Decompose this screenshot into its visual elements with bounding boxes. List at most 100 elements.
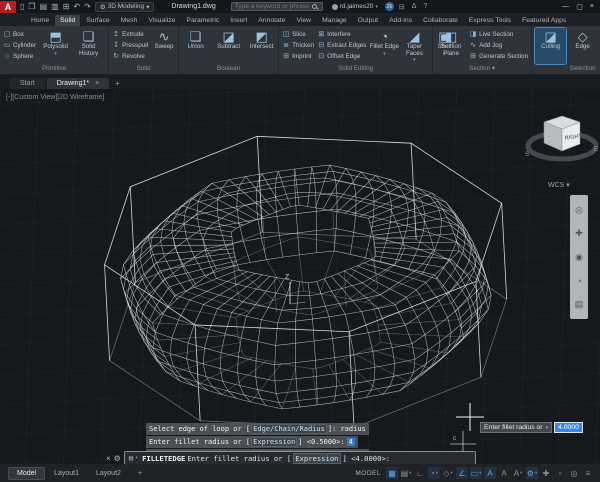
object-snap-icon[interactable]: ▭▾ — [470, 467, 482, 479]
tab-surface[interactable]: Surface — [81, 15, 114, 26]
customization-icon[interactable]: ≡ — [582, 467, 594, 479]
layout1-tab[interactable]: Layout1 — [46, 468, 87, 479]
viewcube[interactable]: S E RIGHT WCS ▾ — [522, 99, 600, 193]
close-tab-icon[interactable]: × — [95, 80, 99, 87]
drawing-canvas[interactable]: [-][Custom View][2D Wireframe] Z c S E — [0, 89, 600, 464]
edge-button[interactable]: ◇Edge — [567, 28, 598, 64]
panel-label-selection[interactable]: Selection — [532, 64, 600, 74]
redo-icon[interactable]: ↷ — [83, 1, 92, 13]
layout2-tab[interactable]: Layout2 — [88, 468, 129, 479]
panel-label-solid[interactable]: Solid — [109, 64, 178, 74]
isodraft-icon[interactable]: ◇▾ — [442, 467, 454, 479]
annotation-scale-icon[interactable]: A▾ — [512, 467, 524, 479]
model-tab[interactable]: Model — [8, 467, 45, 480]
pan-icon[interactable]: ✚ — [575, 228, 583, 238]
model-space-label[interactable]: MODEL — [355, 470, 381, 477]
plot-icon[interactable]: ⊞ — [62, 1, 71, 13]
union-button[interactable]: ❏Union — [179, 28, 212, 51]
generate-section-button[interactable]: ⊞Generate Section — [469, 51, 528, 61]
customize-wrench-icon[interactable]: ⚙ — [114, 454, 121, 463]
compass-east-label[interactable]: E — [594, 147, 598, 153]
tab-collaborate[interactable]: Collaborate — [418, 15, 463, 26]
maximize-button[interactable]: ▢ — [576, 3, 583, 11]
tab-insert[interactable]: Insert — [225, 15, 252, 26]
search-icon[interactable] — [312, 4, 317, 9]
presspull-button[interactable]: ↧Presspull — [112, 40, 148, 50]
sync-notification-badge[interactable]: 26 — [385, 2, 394, 11]
help-icon[interactable]: ? — [421, 3, 429, 10]
showmotion-icon[interactable]: ▤ — [575, 299, 584, 309]
panel-label-primitive[interactable]: Primitive — [0, 64, 108, 74]
tab-parametric[interactable]: Parametric — [181, 15, 224, 26]
steering-wheel-icon[interactable]: ◎ — [575, 205, 583, 215]
tab-featured-apps[interactable]: Featured Apps — [517, 15, 571, 26]
chevron-down-icon[interactable]: ▾ — [546, 425, 549, 431]
search-input[interactable] — [235, 3, 309, 10]
grid-icon[interactable]: ▦ — [386, 467, 398, 479]
save-icon[interactable]: ▤ — [39, 1, 49, 13]
tab-view[interactable]: View — [291, 15, 316, 26]
sweep-button[interactable]: ∿Sweep — [151, 28, 177, 51]
search-box[interactable] — [231, 2, 323, 11]
offset-edge-button[interactable]: ⊡Offset Edge — [317, 51, 366, 61]
slice-button[interactable]: ◫Slice — [282, 29, 314, 39]
minimize-button[interactable]: — — [562, 3, 569, 11]
section-plane-button[interactable]: ◧Section Plane — [436, 28, 466, 57]
quick-properties-icon[interactable]: ▫ — [554, 467, 566, 479]
annotation-visibility-icon[interactable]: A — [484, 467, 496, 479]
tab-home[interactable]: Home — [26, 15, 54, 26]
add-jog-button[interactable]: ∿Add Jog — [469, 40, 528, 50]
tab-manage[interactable]: Manage — [317, 15, 352, 26]
wcs-dropdown[interactable]: WCS ▾ — [548, 182, 570, 189]
extrude-button[interactable]: ↥Extrude — [112, 29, 148, 39]
live-section-button[interactable]: ◨Live Section — [469, 29, 528, 39]
tab-mesh[interactable]: Mesh — [116, 15, 143, 26]
panel-label-boolean[interactable]: Boolean — [179, 64, 278, 74]
autodesk-apps-icon[interactable]: Δ — [410, 3, 419, 10]
thicken-button[interactable]: ≣Thicken — [282, 40, 314, 50]
revolve-button[interactable]: ↻Revolve — [112, 51, 148, 61]
tab-express-tools[interactable]: Express Tools — [464, 15, 516, 26]
taper-faces-button[interactable]: ◢Taper Faces▾ — [399, 28, 429, 64]
command-option[interactable]: Expression — [251, 437, 297, 447]
solid-history-button[interactable]: ❏Solid History — [72, 28, 105, 57]
recent-commands-icon[interactable]: ▤ — [129, 454, 133, 462]
dynamic-input-value[interactable]: 4.0000 — [554, 422, 583, 433]
panel-label-section[interactable]: Section ▾ — [433, 64, 531, 74]
new-drawing-button[interactable]: + — [111, 78, 124, 89]
workspace-switcher[interactable]: ⚙ 3D Modeling ▾ — [95, 2, 155, 12]
tab-addins[interactable]: Add-ins — [384, 15, 417, 26]
osnap-tracking-icon[interactable]: ∠ — [456, 467, 468, 479]
zoom-icon[interactable]: ◉ — [575, 252, 583, 262]
navigation-bar[interactable]: ◎✚◉◔▤ — [570, 195, 588, 319]
tab-output[interactable]: Output — [353, 15, 383, 26]
isolate-objects-icon[interactable]: ◎ — [568, 467, 580, 479]
open-folder-icon[interactable]: ❒ — [27, 1, 36, 13]
workspace-switching-icon[interactable]: ⚙▾ — [526, 467, 538, 479]
sign-in-menu[interactable]: rd.jaimes20 ▾ — [332, 3, 378, 10]
tab-annotate[interactable]: Annotate — [253, 15, 290, 26]
viewport-controls[interactable]: [-][Custom View][2D Wireframe] — [6, 94, 104, 101]
imprint-button[interactable]: ⊞Imprint — [282, 51, 314, 61]
save-as-icon[interactable]: ▥ — [50, 1, 60, 13]
autoscale-icon[interactable]: A — [498, 467, 510, 479]
snap-mode-icon[interactable]: ▤▾ — [400, 467, 412, 479]
culling-button[interactable]: ◪Culling — [535, 28, 566, 64]
subtract-button[interactable]: ◪Subtract — [212, 28, 245, 51]
command-option[interactable]: Expression — [293, 453, 340, 464]
tab-visualize[interactable]: Visualize — [143, 15, 180, 26]
interfere-button[interactable]: ⊠Interfere — [317, 29, 366, 39]
polysolid-button[interactable]: ⬒Polysolid▾ — [39, 28, 72, 57]
tab-solid[interactable]: Solid — [55, 15, 80, 26]
compass-south-label[interactable]: S — [525, 152, 529, 158]
close-button[interactable]: × — [590, 3, 594, 11]
drawing1-tab[interactable]: Drawing1* × — [47, 78, 109, 89]
start-tab[interactable]: Start — [10, 78, 45, 89]
box-button[interactable]: ▢Box — [3, 29, 36, 39]
chevron-down-icon[interactable]: ▾ — [135, 455, 138, 461]
polar-tracking-icon[interactable]: ◔▾ — [428, 467, 440, 479]
sphere-button[interactable]: ○Sphere — [3, 51, 36, 61]
extract-edges-button[interactable]: ⊟Extract Edges — [317, 40, 366, 50]
undo-icon[interactable]: ↶ — [72, 1, 81, 13]
command-option[interactable]: Edge/Chain/Radius — [251, 424, 327, 434]
